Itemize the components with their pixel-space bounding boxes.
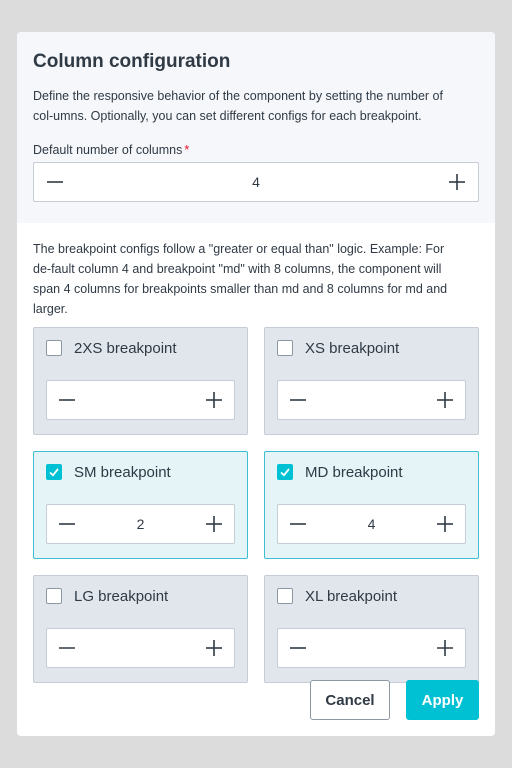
breakpoint-increment-button[interactable]	[194, 629, 234, 667]
default-columns-label: Default number of columns *	[33, 142, 479, 158]
breakpoint-columns-stepper	[277, 628, 466, 668]
breakpoint-grid: 2XS breakpoint XS breakpoint SM breakpoi…	[33, 327, 479, 683]
minus-icon	[47, 181, 63, 183]
dialog-description: Define the responsive behavior of the co…	[33, 89, 443, 123]
dialog-title: Column configuration	[33, 51, 231, 72]
breakpoint-checkbox[interactable]	[46, 340, 62, 356]
minus-icon	[290, 399, 306, 401]
breakpoint-increment-button[interactable]	[425, 381, 465, 419]
default-columns-value[interactable]: 4	[76, 174, 436, 190]
breakpoint-card: XS breakpoint	[264, 327, 479, 435]
breakpoint-decrement-button[interactable]	[47, 629, 87, 667]
breakpoint-increment-button[interactable]	[194, 381, 234, 419]
default-columns-label-text: Default number of columns	[33, 143, 183, 157]
breakpoint-checkbox[interactable]	[277, 464, 293, 480]
breakpoint-columns-value[interactable]: 4	[318, 516, 425, 532]
breakpoint-card: SM breakpoint 2	[33, 451, 248, 559]
column-configuration-dialog: Column configuration Define the responsi…	[17, 32, 495, 736]
breakpoint-increment-button[interactable]	[425, 629, 465, 667]
breakpoint-card: 2XS breakpoint	[33, 327, 248, 435]
breakpoint-columns-stepper	[277, 380, 466, 420]
minus-icon	[59, 523, 75, 525]
breakpoint-label: MD breakpoint	[305, 463, 403, 481]
breakpoint-decrement-button[interactable]	[278, 381, 318, 419]
breakpoint-checkbox[interactable]	[277, 588, 293, 604]
breakpoint-checkbox[interactable]	[277, 340, 293, 356]
minus-icon	[290, 523, 306, 525]
plus-icon	[206, 392, 222, 408]
checkmark-icon	[280, 468, 290, 477]
breakpoint-card-header: 2XS breakpoint	[46, 338, 235, 358]
breakpoint-decrement-button[interactable]	[47, 505, 87, 543]
breakpoint-card: LG breakpoint	[33, 575, 248, 683]
checkmark-icon	[49, 468, 59, 477]
breakpoint-label: SM breakpoint	[74, 463, 171, 481]
breakpoint-info-text: The breakpoint configs follow a "greater…	[33, 242, 448, 316]
default-columns-increment-button[interactable]	[436, 163, 478, 201]
breakpoint-decrement-button[interactable]	[278, 505, 318, 543]
breakpoint-columns-stepper: 2	[46, 504, 235, 544]
plus-icon	[206, 516, 222, 532]
plus-icon	[437, 640, 453, 656]
breakpoint-columns-stepper: 4	[277, 504, 466, 544]
breakpoint-columns-stepper	[46, 628, 235, 668]
apply-button[interactable]: Apply	[406, 680, 479, 720]
breakpoint-checkbox[interactable]	[46, 464, 62, 480]
breakpoint-card-header: MD breakpoint	[277, 462, 466, 482]
breakpoint-card: XL breakpoint	[264, 575, 479, 683]
breakpoint-label: XS breakpoint	[305, 339, 400, 357]
breakpoint-columns-stepper	[46, 380, 235, 420]
minus-icon	[290, 647, 306, 649]
breakpoint-columns-value[interactable]: 2	[87, 516, 194, 532]
required-mark: *	[184, 143, 190, 157]
breakpoint-card-header: XS breakpoint	[277, 338, 466, 358]
plus-icon	[437, 516, 453, 532]
breakpoint-label: 2XS breakpoint	[74, 339, 177, 357]
breakpoint-card-header: SM breakpoint	[46, 462, 235, 482]
plus-icon	[437, 392, 453, 408]
plus-icon	[449, 174, 465, 190]
breakpoints-section: The breakpoint configs follow a "greater…	[17, 223, 495, 683]
default-columns-decrement-button[interactable]	[34, 163, 76, 201]
breakpoint-card: MD breakpoint 4	[264, 451, 479, 559]
breakpoint-decrement-button[interactable]	[47, 381, 87, 419]
minus-icon	[59, 399, 75, 401]
default-columns-stepper: 4	[33, 162, 479, 202]
dialog-header-section: Column configuration Define the responsi…	[17, 32, 495, 223]
breakpoint-increment-button[interactable]	[425, 505, 465, 543]
breakpoint-checkbox[interactable]	[46, 588, 62, 604]
cancel-button[interactable]: Cancel	[310, 680, 390, 720]
breakpoint-increment-button[interactable]	[194, 505, 234, 543]
minus-icon	[59, 647, 75, 649]
plus-icon	[206, 640, 222, 656]
dialog-footer: Cancel Apply	[310, 680, 479, 720]
breakpoint-card-header: LG breakpoint	[46, 586, 235, 606]
breakpoint-card-header: XL breakpoint	[277, 586, 466, 606]
breakpoint-label: LG breakpoint	[74, 587, 169, 605]
breakpoint-label: XL breakpoint	[305, 587, 398, 605]
breakpoint-decrement-button[interactable]	[278, 629, 318, 667]
